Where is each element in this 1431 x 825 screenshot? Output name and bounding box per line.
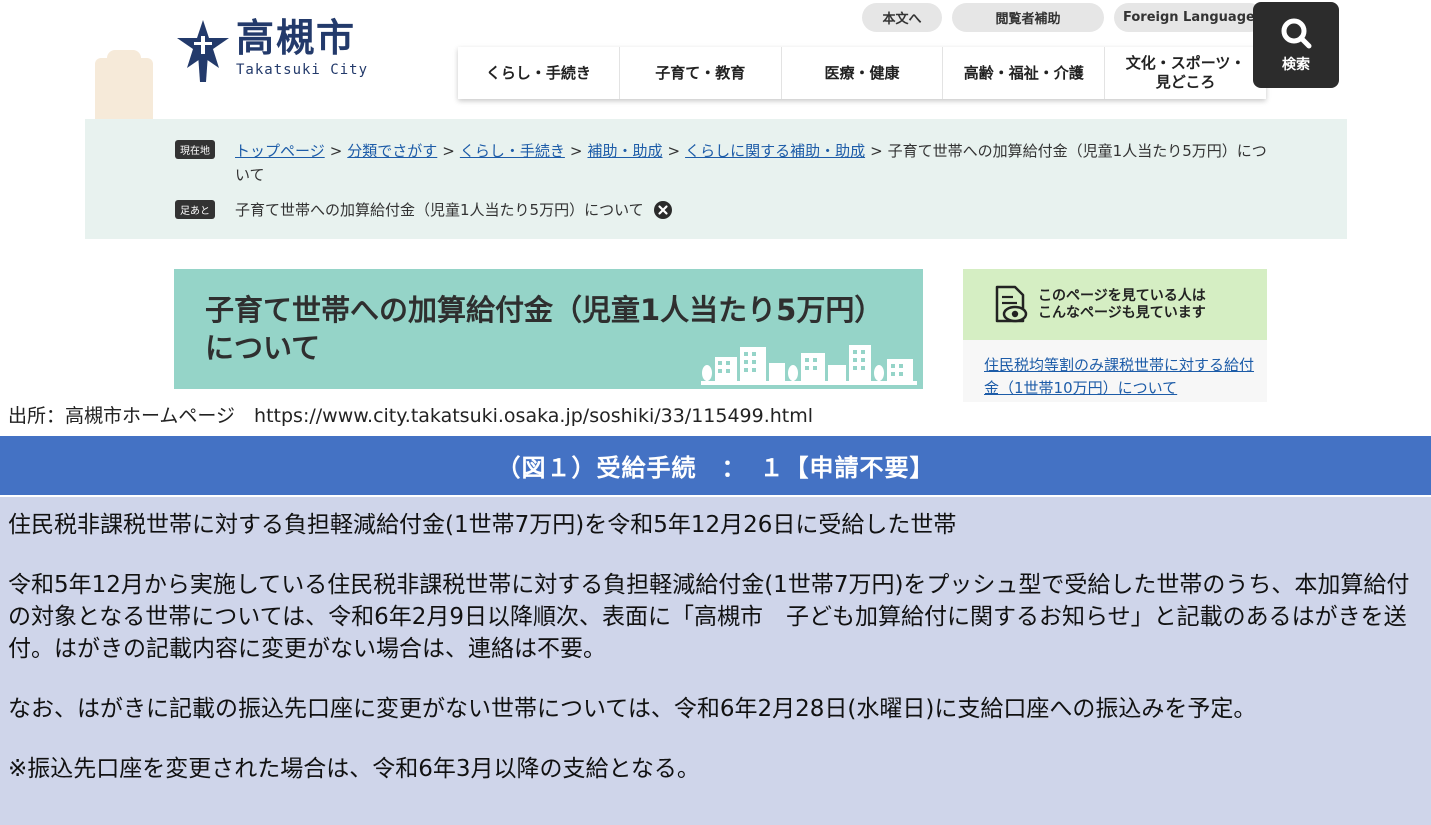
related-title-line2: こんなページも見ています [1038,304,1206,321]
page-title-banner: 子育て世帯への加算給付金（児童1人当たり5万円）について [174,269,923,389]
footprint-list: 子育て世帯への加算給付金（児童1人当たり5万円）について [235,199,672,221]
footprint-item[interactable]: 子育て世帯への加算給付金（児童1人当たり5万円）について [235,199,644,221]
figure-paragraph: ※振込先口座を変更された場合は、令和6年3月以降の支給となる。 [8,756,700,782]
cityscape-decoration-icon [701,345,917,385]
nav-item-culture-label: 文化・スポーツ・見どころ [1125,54,1246,91]
breadcrumb-separator: > [870,142,883,160]
logo-name: 高槻市 [236,16,357,60]
header-decoration [95,50,153,120]
close-icon[interactable] [653,201,672,219]
figure-paragraph: なお、はがきに記載の振込先口座に変更がない世帯については、令和6年2月28日(水… [8,696,1257,722]
breadcrumb-area: 現在地 トップページ > 分類でさがす > くらし・手続き > 補助・助成 > くらしに関する補… [85,119,1347,239]
related-title-line1: このページを見ている人は [1038,287,1206,304]
source-citation: 出所：高槻市ホームページ https://www.city.takatsuki.… [8,405,814,427]
logo-roman-name: Takatsuki City [236,62,369,78]
global-nav: くらし・手続き 子育て・教育 医療・健康 高齢・福祉・介護 文化・スポーツ・見ど… [458,47,1266,99]
nav-item-childcare[interactable]: 子育て・教育 [620,47,782,99]
related-page-link[interactable]: 住民税均等割のみ課税世帯に対する給付金（1世帯10万円）について [963,340,1267,400]
breadcrumb-separator: > [442,142,455,160]
nav-item-living[interactable]: くらし・手続き [458,47,620,99]
search-button-label: 検索 [1282,57,1310,73]
current-location-tag: 現在地 [175,140,215,159]
breadcrumb-separator: > [569,142,583,160]
reader-assist-button[interactable]: 閲覧者補助 [952,3,1104,32]
nav-item-health[interactable]: 医療・健康 [782,47,944,99]
figure-heading: （図１）受給手続 ： １【申請不要】 [0,436,1431,495]
breadcrumb-link-living[interactable]: くらし・手続き [460,142,565,160]
site-logo[interactable]: 高槻市 Takatsuki City [174,16,368,84]
search-button[interactable]: 検索 [1253,2,1339,88]
search-icon [1281,18,1312,49]
breadcrumb: トップページ > 分類でさがす > くらし・手続き > 補助・助成 > くらしに関する補助・助成… [235,139,1275,187]
foreign-language-button[interactable]: Foreign Language [1114,3,1264,32]
document-eye-icon [995,285,1028,322]
breadcrumb-link-living-subsidy[interactable]: くらしに関する補助・助成 [685,142,865,160]
breadcrumb-link-subsidy[interactable]: 補助・助成 [587,142,662,160]
figure-body: 住民税非課税世帯に対する負担軽減給付金(1世帯7万円)を令和5年12月26日に受… [0,497,1431,825]
footprint-tag: 足あと [175,200,215,219]
breadcrumb-link-category[interactable]: 分類でさがす [347,142,437,160]
breadcrumb-separator: > [667,142,681,160]
breadcrumb-link-top[interactable]: トップページ [235,142,325,160]
figure-paragraph: 令和5年12月から実施している住民税非課税世帯に対する負担軽減給付金(1世帯7万… [8,572,1410,662]
figure-paragraph: 住民税非課税世帯に対する負担軽減給付金(1世帯7万円)を令和5年12月26日に受… [8,512,957,538]
breadcrumb-separator: > [329,142,343,160]
skip-to-content-button[interactable]: 本文へ [862,3,942,32]
related-pages-header: このページを見ている人は こんなページも見ています [963,269,1267,340]
nav-item-welfare[interactable]: 高齢・福祉・介護 [943,47,1106,99]
city-emblem-icon [177,20,229,82]
related-pages-box: このページを見ている人は こんなページも見ています 住民税均等割のみ課税世帯に対… [963,269,1267,402]
nav-item-culture[interactable]: 文化・スポーツ・見どころ [1105,47,1266,99]
